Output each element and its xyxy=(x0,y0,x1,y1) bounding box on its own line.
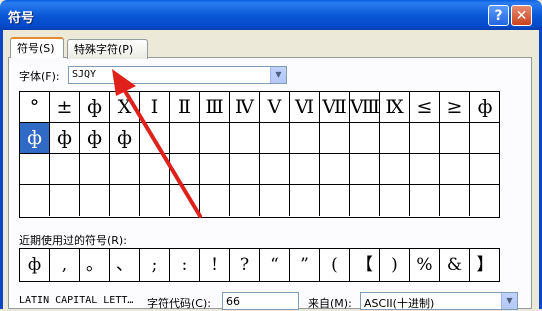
tab-symbols[interactable]: 符号(S) xyxy=(10,37,64,58)
annotation-arrow-head xyxy=(112,69,136,96)
annotation-arrow xyxy=(112,69,202,218)
annotation-arrow-shaft xyxy=(120,84,202,218)
